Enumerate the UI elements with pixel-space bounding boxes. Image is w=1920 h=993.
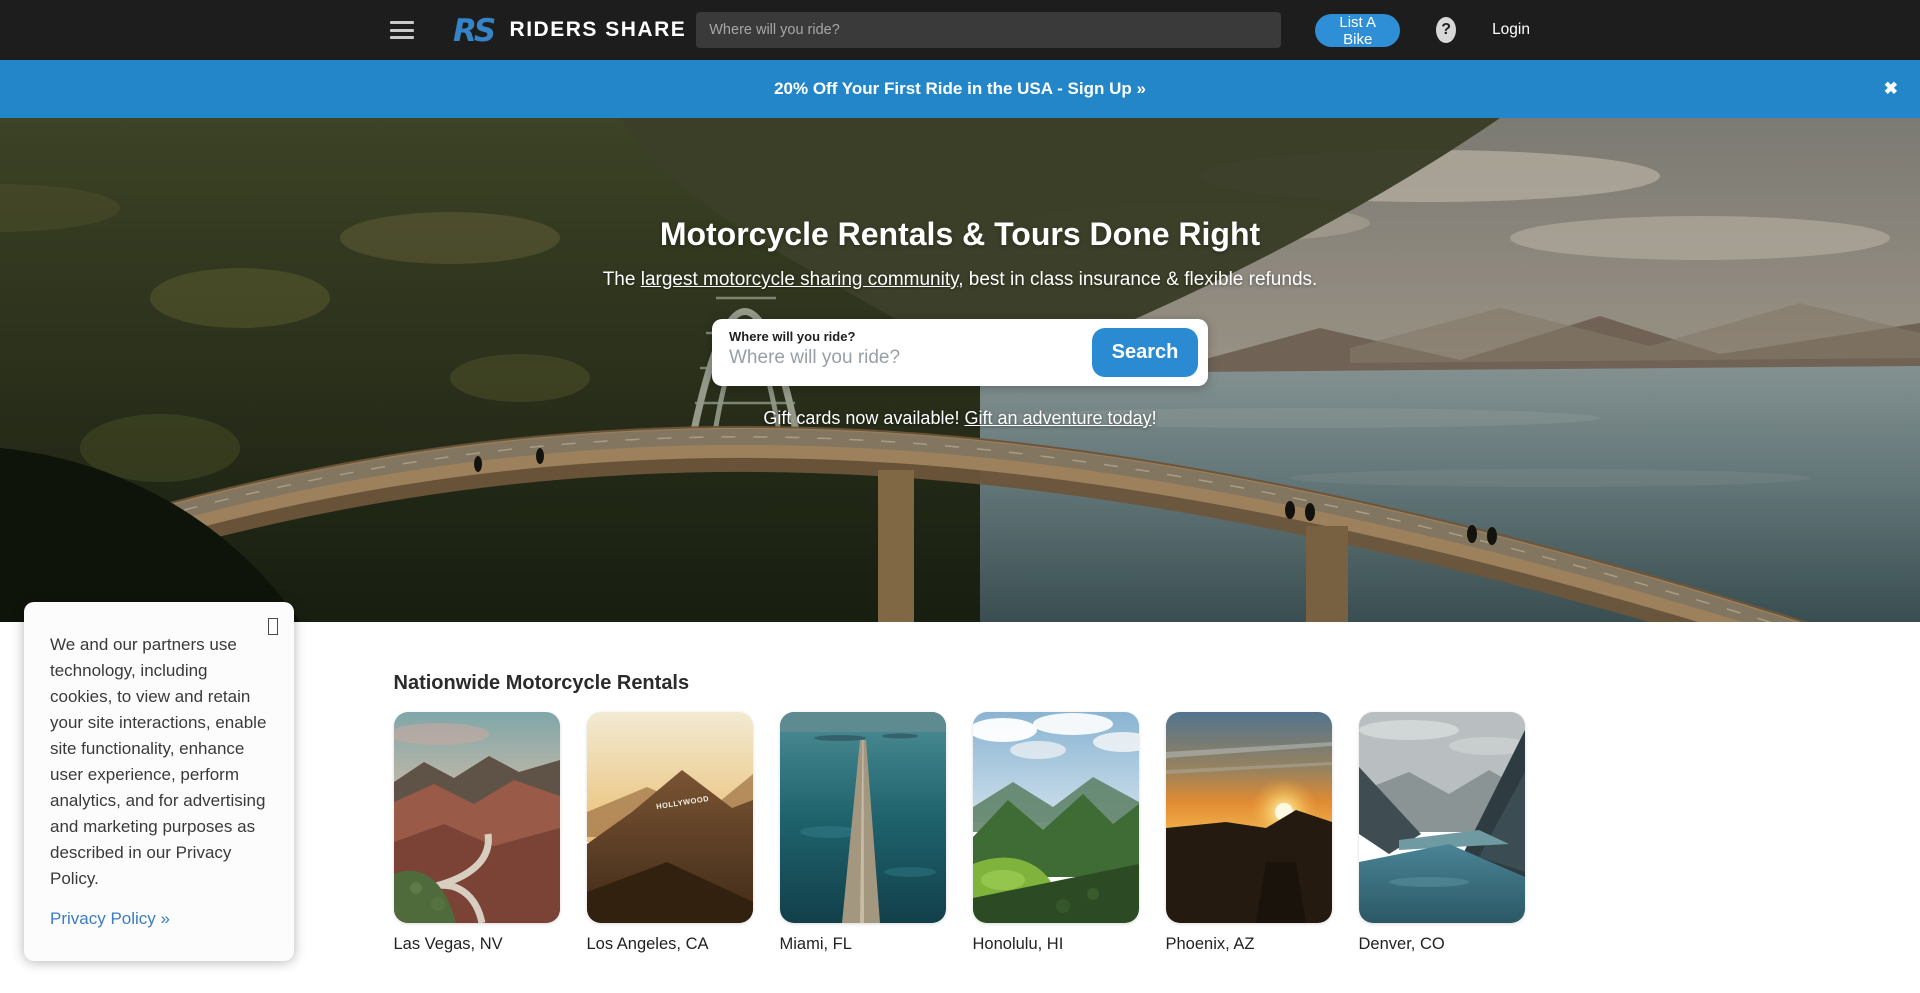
- hero-subtitle-suffix: , best in class insurance & flexible ref…: [958, 269, 1317, 290]
- los-angeles-image: HOLLYWOOD: [587, 712, 753, 923]
- city-card-denver[interactable]: Denver, CO: [1359, 712, 1525, 954]
- brand-name: RIDERS SHARE: [510, 18, 687, 42]
- las-vegas-image: [394, 712, 560, 923]
- city-card-miami[interactable]: Miami, FL: [780, 712, 946, 954]
- gift-suffix: !: [1152, 408, 1157, 428]
- hero-subtitle-prefix: The: [603, 269, 641, 290]
- hero-subtitle: The largest motorcycle sharing community…: [603, 269, 1318, 291]
- phoenix-image: [1166, 712, 1332, 923]
- city-label: Las Vegas, NV: [394, 935, 560, 954]
- gift-adventure-link[interactable]: Gift an adventure today: [964, 408, 1151, 428]
- hero-section: Motorcycle Rentals & Tours Done Right Th…: [0, 118, 1920, 622]
- city-label: Phoenix, AZ: [1166, 935, 1332, 954]
- city-label: Los Angeles, CA: [587, 935, 753, 954]
- nav-search-input[interactable]: [696, 12, 1281, 48]
- privacy-policy-link[interactable]: Privacy Policy »: [50, 909, 170, 929]
- gift-cards-line: Gift cards now available! Gift an advent…: [763, 408, 1156, 429]
- cookie-close-icon[interactable]: [268, 618, 278, 635]
- top-navbar: RS RIDERS SHARE List A Bike ? Login: [0, 0, 1920, 60]
- hero-search-card: Where will you ride? Search: [712, 319, 1208, 386]
- denver-image: [1359, 712, 1525, 923]
- riders-share-logo-icon: RS: [452, 10, 498, 50]
- city-label: Miami, FL: [780, 935, 946, 954]
- city-card-honolulu[interactable]: Honolulu, HI: [973, 712, 1139, 954]
- miami-image: [780, 712, 946, 923]
- promo-banner-link[interactable]: 20% Off Your First Ride in the USA - Sig…: [774, 79, 1146, 99]
- help-icon[interactable]: ?: [1436, 17, 1456, 43]
- search-button[interactable]: Search: [1092, 328, 1198, 377]
- gift-prefix: Gift cards now available!: [763, 408, 964, 428]
- list-a-bike-button[interactable]: List A Bike: [1315, 14, 1400, 47]
- city-card-las-vegas[interactable]: Las Vegas, NV: [394, 712, 560, 954]
- city-label: Denver, CO: [1359, 935, 1525, 954]
- login-link[interactable]: Login: [1492, 21, 1530, 39]
- nationwide-rentals-section: Nationwide Motorcycle Rentals: [394, 622, 1527, 954]
- city-card-phoenix[interactable]: Phoenix, AZ: [1166, 712, 1332, 954]
- promo-banner: 20% Off Your First Ride in the USA - Sig…: [0, 60, 1920, 118]
- city-card-los-angeles[interactable]: HOLLYWOOD Los Angeles, CA: [587, 712, 753, 954]
- community-link[interactable]: largest motorcycle sharing community: [641, 269, 958, 290]
- svg-text:RS: RS: [453, 13, 495, 49]
- banner-close-icon[interactable]: ✖: [1884, 79, 1898, 99]
- honolulu-image: [973, 712, 1139, 923]
- hero-title: Motorcycle Rentals & Tours Done Right: [660, 216, 1260, 253]
- hero-search-input[interactable]: [729, 347, 1059, 369]
- city-cards-row: Las Vegas, NV HOLLYWOOD Los: [394, 712, 1527, 954]
- brand-logo[interactable]: RS RIDERS SHARE: [452, 10, 687, 50]
- cookie-consent-popup: We and our partners use technology, incl…: [24, 602, 294, 961]
- cookie-message: We and our partners use technology, incl…: [50, 632, 270, 892]
- menu-icon[interactable]: [390, 21, 414, 39]
- city-label: Honolulu, HI: [973, 935, 1139, 954]
- section-heading: Nationwide Motorcycle Rentals: [394, 672, 1527, 695]
